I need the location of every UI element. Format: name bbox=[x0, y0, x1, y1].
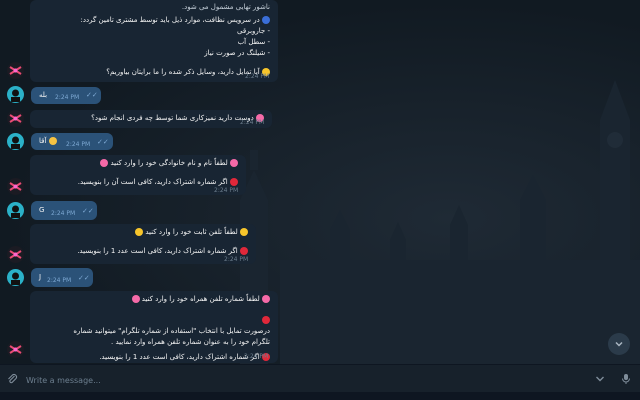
message-text: G bbox=[39, 206, 45, 214]
red-circle-emoji-icon bbox=[262, 316, 270, 324]
incoming-message[interactable]: دوست دارید نمیزکاری شما توسط چه فردی انج… bbox=[30, 110, 272, 128]
message-text: دوست دارید نمیزکاری شما توسط چه فردی انج… bbox=[91, 114, 254, 122]
chevron-down-icon bbox=[596, 376, 604, 382]
user-avatar[interactable] bbox=[7, 86, 24, 103]
user-avatar[interactable] bbox=[7, 133, 24, 150]
message-composer bbox=[0, 364, 640, 393]
incoming-message[interactable]: لطفاً شماره تلفن همراه خود را وارد کنید … bbox=[30, 291, 278, 363]
read-checkmarks-icon: ✓✓ bbox=[82, 207, 94, 215]
message-text: آقا bbox=[39, 137, 47, 145]
window-bottom-edge bbox=[0, 392, 640, 400]
sun-emoji-icon bbox=[135, 228, 144, 236]
chevron-down-icon bbox=[615, 341, 623, 347]
outgoing-message[interactable]: J 2:24 PM ✓✓ bbox=[31, 268, 93, 287]
flower-emoji-icon bbox=[131, 295, 140, 303]
outgoing-message[interactable]: بله 2:24 PM ✓✓ bbox=[31, 87, 101, 104]
message-text: J bbox=[39, 273, 42, 281]
incoming-message[interactable]: ناشور تهایی مشمول می شود. در سرویس نظافت… bbox=[30, 0, 278, 82]
message-time: 2:24 PM bbox=[66, 141, 91, 148]
message-time: 2:24 PM bbox=[224, 256, 249, 263]
message-text: لطفاً تلفن ثابت خود را وارد کنید bbox=[145, 228, 238, 236]
message-time: 2:24 PM bbox=[47, 277, 72, 284]
message-time: 2:24 PM bbox=[55, 94, 80, 101]
message-text: - جاروبرقی bbox=[237, 27, 270, 35]
message-text: در سرویس نظافت، موارد ذیل باید توسط مشتر… bbox=[80, 16, 260, 24]
message-input[interactable] bbox=[24, 370, 588, 390]
message-time: 2:24 PM bbox=[245, 73, 270, 80]
read-checkmarks-icon: ✓✓ bbox=[78, 274, 90, 282]
message-text: تلگرام خود را به عنوان شماره تلفن همراه … bbox=[111, 338, 270, 346]
outgoing-message[interactable]: آقا 2:24 PM ✓✓ bbox=[31, 133, 113, 150]
bot-avatar[interactable] bbox=[7, 341, 24, 358]
chat-history[interactable]: ناشور تهایی مشمول می شود. در سرویس نظافت… bbox=[0, 0, 640, 364]
read-checkmarks-icon: ✓✓ bbox=[86, 91, 98, 99]
message-text: - شیلنگ در صورت نیاز bbox=[204, 49, 270, 57]
message-time: 2:24 PM bbox=[214, 187, 239, 194]
read-checkmarks-icon: ✓✓ bbox=[97, 138, 109, 146]
user-avatar[interactable] bbox=[7, 202, 24, 219]
message-text: لطفاً شماره تلفن همراه خود را وارد کنید bbox=[141, 295, 260, 303]
bot-avatar[interactable] bbox=[7, 246, 24, 263]
message-time: 2:24 PM bbox=[244, 353, 269, 360]
message-text: ناشور تهایی مشمول می شود. bbox=[181, 3, 270, 11]
microphone-icon bbox=[622, 374, 630, 384]
message-text: اگر شماره اشتراک دارید، کافی است عدد 1 ر… bbox=[77, 247, 238, 255]
message-text: بله bbox=[39, 91, 48, 99]
scroll-down-button[interactable] bbox=[608, 333, 630, 355]
message-text: اگر شماره اشتراک دارید، کافی است عدد 1 ر… bbox=[99, 353, 260, 361]
paperclip-icon bbox=[8, 373, 18, 384]
bot-avatar[interactable] bbox=[7, 62, 24, 79]
incoming-message[interactable]: لطفاً تلفن ثابت خود را وارد کنید اگر شما… bbox=[30, 224, 256, 264]
blue-drop-emoji-icon bbox=[262, 16, 270, 24]
flower-emoji-icon bbox=[100, 159, 109, 167]
attach-button[interactable] bbox=[4, 371, 20, 387]
send-options-button[interactable] bbox=[592, 371, 608, 387]
voice-message-button[interactable] bbox=[618, 371, 634, 387]
flower-emoji-icon bbox=[262, 295, 270, 303]
bot-avatar[interactable] bbox=[7, 110, 24, 127]
message-text: درصورت تمایل با انتخاب "استفاده از شماره… bbox=[73, 327, 270, 335]
sun-emoji-icon bbox=[240, 228, 248, 236]
flower-emoji-icon bbox=[230, 159, 238, 167]
bot-avatar[interactable] bbox=[7, 178, 24, 195]
message-text: آیا تمایل دارید، وسایل ذکر شده را ما برا… bbox=[106, 68, 260, 76]
message-text: اگر شماره اشتراک دارید، کافی است آن را ب… bbox=[77, 178, 228, 186]
message-time: 2:24 PM bbox=[51, 210, 76, 217]
face-emoji-icon bbox=[48, 137, 57, 145]
user-avatar[interactable] bbox=[7, 269, 24, 286]
message-text: - سطل آب bbox=[237, 38, 270, 46]
message-text: لطفاً نام و نام خانوادگی خود را وارد کنی… bbox=[110, 159, 228, 167]
incoming-message[interactable]: لطفاً نام و نام خانوادگی خود را وارد کنی… bbox=[30, 155, 246, 195]
outgoing-message[interactable]: G 2:24 PM ✓✓ bbox=[31, 201, 97, 220]
message-time: 2:24 PM bbox=[240, 119, 265, 126]
